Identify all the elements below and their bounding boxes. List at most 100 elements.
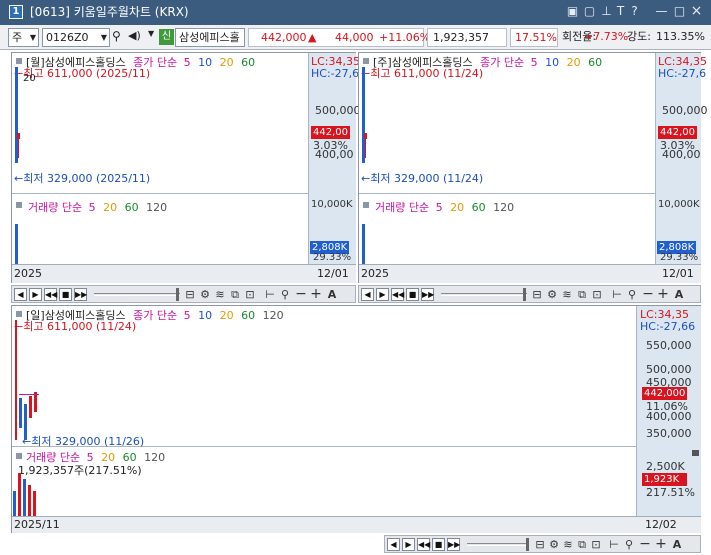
pin-icon[interactable]: ⊥ <box>600 5 613 18</box>
copy-icon[interactable]: ⧉ <box>575 287 589 302</box>
zoom-out-icon[interactable]: − <box>638 537 652 552</box>
search-icon[interactable]: ⚲ <box>112 29 126 46</box>
drawing-icon[interactable]: ⊡ <box>243 287 257 302</box>
volume-value: 1,923,357 <box>427 28 507 47</box>
stop-icon[interactable]: ■ <box>406 288 419 301</box>
panel-menu-icon[interactable] <box>692 450 699 456</box>
scroll-left-icon[interactable]: ◀ <box>361 288 374 301</box>
legend-ma20: 20 <box>219 309 234 322</box>
volume-pct-tag: 29.33% <box>313 252 352 263</box>
copy-icon[interactable]: ⧉ <box>575 537 589 552</box>
legend-ma-label: 종가 단순 <box>133 309 178 322</box>
monthly-volume-area[interactable]: 거래량 단순 5 20 60 120 <box>12 194 308 264</box>
weekly-volume-axis: 10,000K 2,808K 29.33% <box>655 194 701 264</box>
copy-icon[interactable]: ⧉ <box>228 287 242 302</box>
settings-icon[interactable]: ⚙ <box>198 287 212 302</box>
current-price: 442,000 <box>261 31 307 44</box>
market-select[interactable]: 주 ▼ <box>8 28 39 47</box>
zoom-slider[interactable] <box>441 293 527 296</box>
font-size-icon[interactable]: A <box>670 537 684 552</box>
cursor-icon[interactable]: ⊢ <box>263 287 277 302</box>
stop-icon[interactable]: ■ <box>432 538 445 551</box>
current-price-tag: 442,00 <box>658 126 697 139</box>
rewind-icon[interactable]: ◀◀ <box>44 288 57 301</box>
slider-handle[interactable] <box>176 288 179 301</box>
tools-icon[interactable]: ⊟ <box>183 287 197 302</box>
chevron-down-icon: ▼ <box>29 33 36 42</box>
vol-ma60: 60 <box>471 201 486 214</box>
font-size-icon[interactable]: A <box>672 287 686 302</box>
vol-ma20: 20 <box>450 201 465 214</box>
window-number-badge: 1 <box>9 5 23 19</box>
magnify-icon[interactable]: ⚲ <box>622 537 636 552</box>
weekly-chart-pane[interactable]: [주]삼성에피스홀딩스 종가 단순 5 10 20 60 ←최고 611,000… <box>358 52 708 283</box>
current-price-tag: 442,00 <box>311 126 350 139</box>
up-arrow-icon: ▲ <box>308 31 317 44</box>
chevron-down-icon[interactable]: ▼ <box>148 29 154 38</box>
maximize-icon[interactable]: □ <box>673 5 686 18</box>
monthly-control-bar: ◀ ▶ ◀◀ ■ ▶▶ ⊟ ⚙ ≋ ⧉ ⊡ ⊢ ⚲ − + A <box>11 285 356 303</box>
zoom-in-icon[interactable]: + <box>656 287 670 302</box>
volume-bar <box>28 485 31 516</box>
zoom-in-icon[interactable]: + <box>654 537 668 552</box>
axis-tick: 400,000 <box>646 410 692 423</box>
rewind-icon[interactable]: ◀◀ <box>417 538 430 551</box>
stop-icon[interactable]: ■ <box>59 288 72 301</box>
zoom-slider[interactable] <box>467 543 529 546</box>
scroll-left-icon[interactable]: ◀ <box>14 288 27 301</box>
scroll-right-icon[interactable]: ▶ <box>402 538 415 551</box>
scroll-right-icon[interactable]: ▶ <box>29 288 42 301</box>
slider-handle[interactable] <box>526 538 529 551</box>
stock-name-field[interactable]: 삼성에피스홀 <box>175 28 245 47</box>
close-icon[interactable]: × <box>690 4 703 18</box>
indicator-icon[interactable]: ≋ <box>561 537 575 552</box>
settings-icon[interactable]: ⚙ <box>545 287 559 302</box>
zoom-slider[interactable] <box>94 293 180 296</box>
drawing-icon[interactable]: ⊡ <box>589 537 603 552</box>
magnify-icon[interactable]: ⚲ <box>625 287 639 302</box>
monthly-price-area[interactable]: [월]삼성에피스홀딩스 종가 단순 5 10 20 60 ←최고 611,000… <box>12 53 308 194</box>
zoom-out-icon[interactable]: − <box>641 287 655 302</box>
scroll-right-icon[interactable]: ▶ <box>376 288 389 301</box>
fast-forward-icon[interactable]: ▶▶ <box>74 288 87 301</box>
weekly-price-area[interactable]: [주]삼성에피스홀딩스 종가 단순 5 10 20 60 ←최고 611,000… <box>359 53 655 194</box>
high-price-label: ←최고 611,000 (11/24) <box>14 320 137 333</box>
zoom-in-icon[interactable]: + <box>309 287 323 302</box>
fast-forward-icon[interactable]: ▶▶ <box>447 538 460 551</box>
stock-code-input[interactable]: 0126Z0 ▼ <box>42 28 110 47</box>
legend-marker-icon <box>16 58 22 64</box>
fast-forward-icon[interactable]: ▶▶ <box>421 288 434 301</box>
rewind-icon[interactable]: ◀◀ <box>391 288 404 301</box>
minimize-icon[interactable]: — <box>655 5 668 18</box>
cursor-icon[interactable]: ⊢ <box>610 287 624 302</box>
speaker-icon[interactable]: ◀) <box>128 29 142 46</box>
zoom-out-icon[interactable]: − <box>294 287 308 302</box>
date-end: 12/02 <box>645 518 677 531</box>
daily-candle <box>19 398 22 428</box>
monthly-chart-pane[interactable]: [월]삼성에피스홀딩스 종가 단순 5 10 20 60 ←최고 611,000… <box>11 52 361 283</box>
font-icon[interactable]: T <box>614 5 627 18</box>
price-change-pct: +11.06% <box>379 31 431 44</box>
daily-price-area[interactable]: [일]삼성에피스홀딩스 종가 단순 5 10 20 60 120 ←최고 611… <box>12 306 636 448</box>
link-icon[interactable]: ▣ <box>566 5 579 18</box>
vol-ma5: 5 <box>435 201 443 214</box>
daily-volume-area[interactable]: 거래량 단순 5 20 60 120 1,923,357주(217.51%) <box>12 447 636 516</box>
tools-icon[interactable]: ⊟ <box>530 287 544 302</box>
indicator-icon[interactable]: ≋ <box>213 287 227 302</box>
cursor-icon[interactable]: ⊢ <box>607 537 621 552</box>
settings-icon[interactable]: ⚙ <box>547 537 561 552</box>
monthly-volume-axis: 10,000K 2,808K 29.33% <box>308 194 356 264</box>
drawing-icon[interactable]: ⊡ <box>590 287 604 302</box>
tools-icon[interactable]: ⊟ <box>533 537 547 552</box>
indicator-icon[interactable]: ≋ <box>560 287 574 302</box>
slider-handle[interactable] <box>523 288 526 301</box>
magnify-icon[interactable]: ⚲ <box>278 287 292 302</box>
volume-bar <box>33 491 36 516</box>
scroll-left-icon[interactable]: ◀ <box>387 538 400 551</box>
price-info-box: 442,000 ▲ 44,000 +11.06% <box>248 28 430 47</box>
daily-chart-pane[interactable]: [일]삼성에피스홀딩스 종가 단순 5 10 20 60 120 ←최고 611… <box>11 305 701 533</box>
help-icon[interactable]: ? <box>628 5 641 18</box>
layout-icon[interactable]: ▢ <box>583 5 596 18</box>
font-size-icon[interactable]: A <box>325 287 339 302</box>
weekly-volume-area[interactable]: 거래량 단순 5 20 60 120 <box>359 194 655 264</box>
